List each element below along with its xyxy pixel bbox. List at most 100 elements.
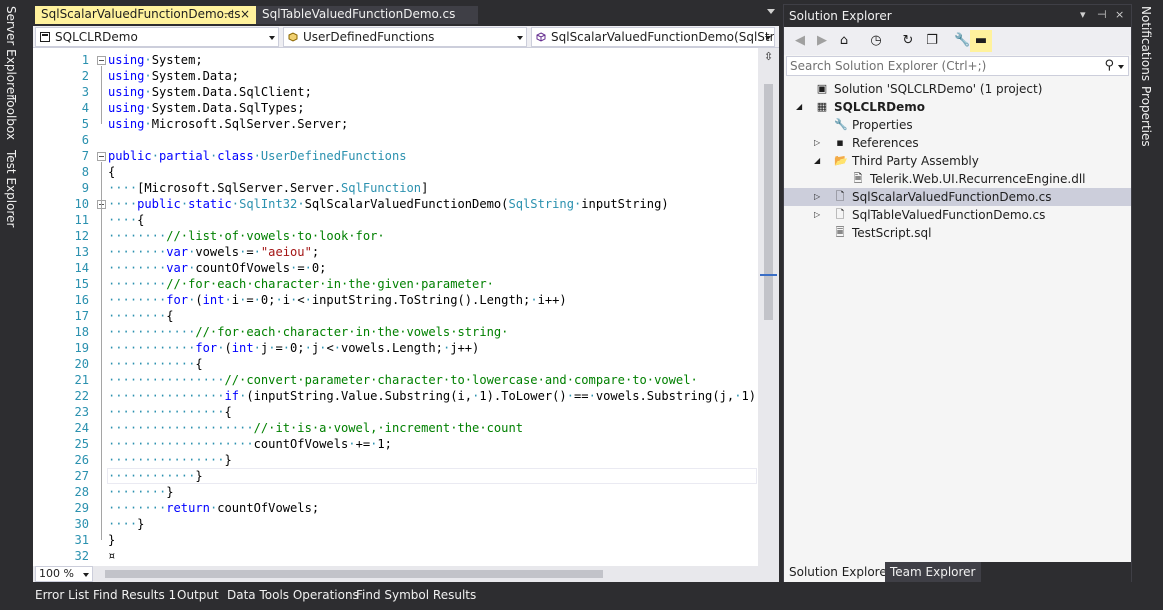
tab-sqltable[interactable]: SqlTableValuedFunctionDemo.cs	[256, 6, 478, 24]
code-line[interactable]: 6	[33, 132, 757, 148]
chevron-down-icon	[765, 36, 771, 40]
tree-node[interactable]: ▷ ▪ References	[784, 134, 1131, 152]
dll-icon: 🗎	[853, 172, 863, 185]
line-number: 1	[81, 53, 89, 67]
notifications-tab[interactable]: Notifications	[1139, 6, 1153, 81]
tab-find-symbol-results[interactable]: Find Symbol Results	[356, 588, 476, 602]
code-line[interactable]: 23 ················{	[33, 404, 757, 420]
tab-error-list[interactable]: Error List	[35, 588, 89, 602]
code-line[interactable]: 32 ¤	[33, 548, 757, 564]
back-icon[interactable]: ◀	[792, 33, 808, 49]
expand-arrow-icon[interactable]: ▷	[814, 206, 820, 224]
auto-hide-pin-icon[interactable]: ⊣	[1097, 8, 1107, 21]
home-icon[interactable]: ⌂	[836, 33, 852, 49]
code-line[interactable]: 22 ················if·(inputString.Value.…	[33, 388, 763, 404]
server-explorer-tab[interactable]: Server Explorer	[4, 6, 18, 99]
chevron-down-icon[interactable]	[1118, 65, 1124, 69]
code-line[interactable]: 29 ········return·countOfVowels;	[33, 500, 757, 516]
split-window-icon[interactable]: ⇳	[760, 50, 777, 66]
pin-icon[interactable]: ⊣	[224, 7, 234, 21]
vertical-scrollbar[interactable]: ⇳	[758, 48, 779, 566]
tab-solution-explorer[interactable]: Solution Explorer	[784, 562, 897, 582]
toolbox-tab[interactable]: Toolbox	[4, 95, 18, 140]
tab-output[interactable]: Output	[177, 588, 219, 602]
code-line[interactable]: 15 ········//·for·each·character·in·the·g…	[33, 276, 757, 292]
collapse-all-icon[interactable]: ❐	[924, 33, 940, 49]
collapse-outline-icon[interactable]	[97, 152, 106, 161]
code-text-area[interactable]: 1 using·System; 2 using·System.Data; 3 using·…	[33, 48, 779, 566]
line-number: 24	[74, 421, 89, 435]
code-line[interactable]: 2 using·System.Data;	[33, 68, 757, 84]
tab-find-results[interactable]: Find Results 1	[93, 588, 176, 602]
code-line[interactable]: 10 ····public·static·SqlInt32·SqlScalarVa…	[33, 196, 757, 212]
code-line[interactable]: 3 using·System.Data.SqlClient;	[33, 84, 757, 100]
tree-node[interactable]: 🗎 Telerik.Web.UI.RecurrenceEngine.dll	[784, 170, 1131, 188]
code-line[interactable]: 11 ····{	[33, 212, 757, 228]
code-line[interactable]: 31}	[33, 532, 757, 548]
tree-node[interactable]: ▣ Solution 'SQLCLRDemo' (1 project)	[784, 80, 1131, 98]
code-editor: SqlScalarValuedFunctionDemo.cs ⊣ × SqlTa…	[33, 4, 779, 582]
line-number: 31	[74, 533, 89, 547]
search-placeholder: Search Solution Explorer (Ctrl+;)	[790, 59, 987, 73]
collapse-outline-icon[interactable]	[97, 56, 106, 65]
horizontal-scroll-thumb[interactable]	[105, 570, 603, 578]
code-line[interactable]: 8{	[33, 164, 757, 180]
project-dropdown[interactable]: SQLCLRDemo	[35, 27, 279, 47]
test-explorer-tab[interactable]: Test Explorer	[4, 150, 18, 227]
history-icon[interactable]: ◷	[868, 33, 884, 49]
code-line[interactable]: 16 ········for·(int·i·=·0;·i·<·inputStrin…	[33, 292, 757, 308]
code-line[interactable]: 5 using·Microsoft.SqlServer.Server;	[33, 116, 757, 132]
tab-data-tools-operations[interactable]: Data Tools Operations	[227, 588, 359, 602]
expand-arrow-icon[interactable]: ▷	[814, 188, 820, 206]
tree-node[interactable]: 🔧 Properties	[784, 116, 1131, 134]
code-line[interactable]: 17 ········{	[33, 308, 757, 324]
code-line[interactable]: 9 ····[Microsoft.SqlServer.Server.SqlFunc…	[33, 180, 757, 196]
code-line[interactable]: 25 ····················countOfVowels·+=·1…	[33, 436, 757, 452]
code-line[interactable]: 30 ····}	[33, 516, 757, 532]
vertical-scroll-thumb[interactable]	[764, 84, 773, 320]
forward-icon[interactable]: ▶	[814, 33, 830, 49]
zoom-dropdown[interactable]: 100 %	[35, 566, 93, 582]
tree-node[interactable]: 🗏 TestScript.sql	[784, 224, 1131, 242]
code-line[interactable]: 13 ········var·vowels·=·"aeiou";	[33, 244, 757, 260]
search-icon[interactable]: ⚲	[1104, 58, 1114, 73]
type-dropdown[interactable]: UserDefinedFunctions	[283, 27, 527, 47]
code-text: ········//·for·each·character·in·the·giv…	[108, 277, 494, 291]
collapse-arrow-icon[interactable]: ◢	[796, 98, 802, 116]
sync-icon[interactable]: ↻	[900, 33, 916, 49]
preview-icon[interactable]: ▬	[970, 30, 992, 52]
tree-node[interactable]: ▷ 🗋 SqlTableValuedFunctionDemo.cs	[784, 206, 1131, 224]
close-icon[interactable]: ×	[240, 7, 250, 21]
tree-node[interactable]: ◢ 📂 Third Party Assembly	[784, 152, 1131, 170]
code-line[interactable]: 1 using·System;	[33, 52, 757, 68]
code-line[interactable]: 4 using·System.Data.SqlTypes;	[33, 100, 757, 116]
tab-overflow-icon[interactable]	[767, 9, 775, 14]
code-text: ········//·list·of·vowels·to·look·for·	[108, 229, 385, 243]
line-number: 15	[74, 277, 89, 291]
code-line[interactable]: 19 ············for·(int·j·=·0;·j·<·vowels…	[33, 340, 757, 356]
code-line[interactable]: 21 ················//·convert·parameter·c…	[33, 372, 757, 388]
properties-tab[interactable]: Properties	[1139, 86, 1153, 147]
line-number: 11	[74, 213, 89, 227]
close-icon[interactable]: ×	[1115, 8, 1124, 21]
code-line[interactable]: 27 ············}	[33, 468, 757, 484]
code-line[interactable]: 18 ············//·for·each·character·in·t…	[33, 324, 757, 340]
code-line[interactable]: 20 ············{	[33, 356, 757, 372]
tree-node[interactable]: ◢ ▦ SQLCLRDemo	[784, 98, 1131, 116]
properties-wrench-icon[interactable]: 🔧	[954, 33, 970, 49]
window-position-icon[interactable]: ▾	[1080, 8, 1086, 21]
code-line[interactable]: 26 ················}	[33, 452, 757, 468]
tree-node[interactable]: ▷ 🗋 SqlScalarValuedFunctionDemo.cs	[784, 188, 1131, 206]
tab-sqlscalar[interactable]: SqlScalarValuedFunctionDemo.cs ⊣ ×	[35, 6, 256, 24]
solution-explorer-search[interactable]: Search Solution Explorer (Ctrl+;) ⚲	[786, 56, 1129, 76]
code-line[interactable]: 7 public·partial·class·UserDefinedFunctio…	[33, 148, 757, 164]
code-line[interactable]: 12 ········//·list·of·vowels·to·look·for·	[33, 228, 757, 244]
code-line[interactable]: 28 ········}	[33, 484, 757, 500]
collapse-arrow-icon[interactable]: ◢	[814, 152, 820, 170]
line-number: 19	[74, 341, 89, 355]
code-line[interactable]: 14 ········var·countOfVowels·=·0;	[33, 260, 757, 276]
tab-team-explorer[interactable]: Team Explorer	[885, 562, 981, 582]
member-dropdown[interactable]: SqlScalarValuedFunctionDemo(SqlString	[531, 27, 775, 47]
expand-arrow-icon[interactable]: ▷	[814, 134, 820, 152]
code-line[interactable]: 24 ····················//·it·is·a·vowel,·…	[33, 420, 757, 436]
